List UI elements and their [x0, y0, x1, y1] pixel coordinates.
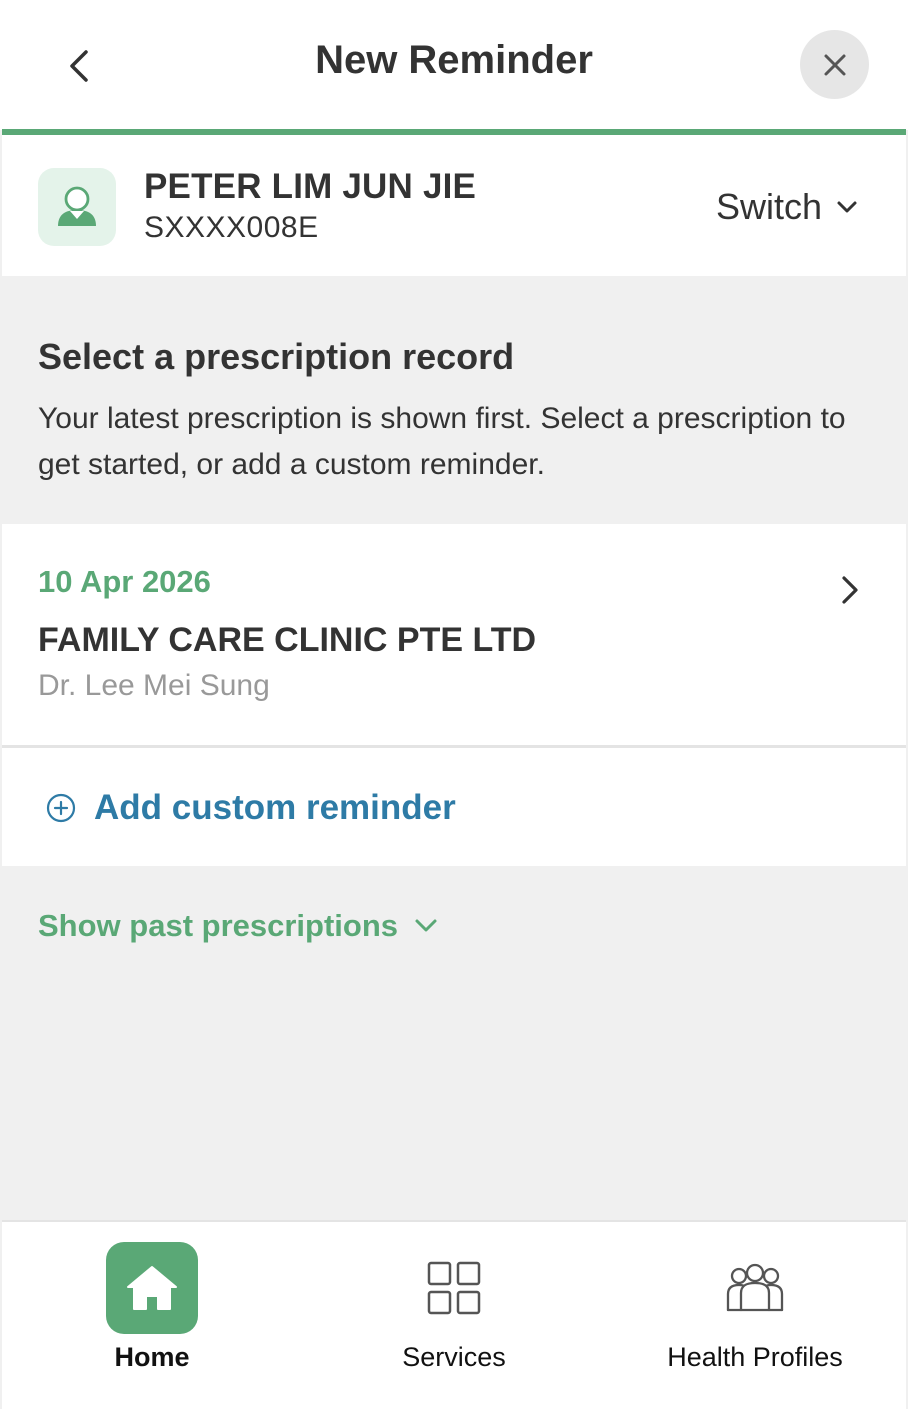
plus-circle-icon	[46, 793, 76, 823]
prescription-card[interactable]: 10 Apr 2026 FAMILY CARE CLINIC PTE LTD D…	[2, 524, 906, 745]
nav-label-health-profiles: Health Profiles	[667, 1342, 843, 1372]
nav-item-services[interactable]: Services	[304, 1222, 604, 1409]
show-past-prescriptions-button[interactable]: Show past prescriptions	[38, 906, 438, 946]
grid-icon	[427, 1261, 481, 1315]
add-custom-reminder-label: Add custom reminder	[94, 788, 456, 827]
chevron-right-icon	[842, 576, 858, 604]
profile-name: PETER LIM JUN JIE	[144, 167, 477, 206]
chevron-down-icon	[415, 919, 437, 932]
home-icon-tile	[106, 1242, 198, 1334]
page-title: New Reminder	[315, 38, 593, 82]
header-bar: New Reminder	[0, 0, 908, 130]
nav-item-health-profiles[interactable]: Health Profiles	[605, 1222, 905, 1409]
add-custom-reminder-button[interactable]: Add custom reminder	[2, 748, 906, 866]
show-past-label: Show past prescriptions	[38, 908, 399, 943]
profile-row: PETER LIM JUN JIE SXXXX008E Switch	[2, 135, 906, 276]
people-icon-tile	[709, 1242, 801, 1334]
nav-label-services: Services	[402, 1342, 506, 1372]
nav-item-home[interactable]: Home	[2, 1222, 302, 1409]
nav-label-home: Home	[114, 1342, 190, 1372]
prescription-date: 10 Apr 2026	[38, 564, 211, 599]
section-description: Your latest prescription is shown first.…	[38, 402, 846, 481]
home-icon	[127, 1266, 177, 1310]
grid-icon-tile	[408, 1242, 500, 1334]
section-title: Select a prescription record	[38, 336, 515, 377]
switch-label: Switch	[716, 186, 823, 227]
people-icon	[726, 1263, 784, 1312]
avatar	[38, 168, 116, 246]
chevron-down-icon	[837, 201, 857, 213]
profile-id: SXXXX008E	[144, 211, 319, 244]
switch-profile-button[interactable]: Switch	[716, 185, 858, 229]
bottom-nav: Home Services Health Profiles	[2, 1220, 906, 1409]
prescription-doctor: Dr. Lee Mei Sung	[38, 669, 270, 702]
prescription-clinic: FAMILY CARE CLINIC PTE LTD	[38, 621, 537, 659]
close-button[interactable]	[800, 30, 869, 99]
app-root: New Reminder PETER LIM JUN JIE SXXXX008E…	[0, 0, 908, 1409]
user-icon	[58, 186, 96, 226]
close-icon	[824, 54, 845, 75]
